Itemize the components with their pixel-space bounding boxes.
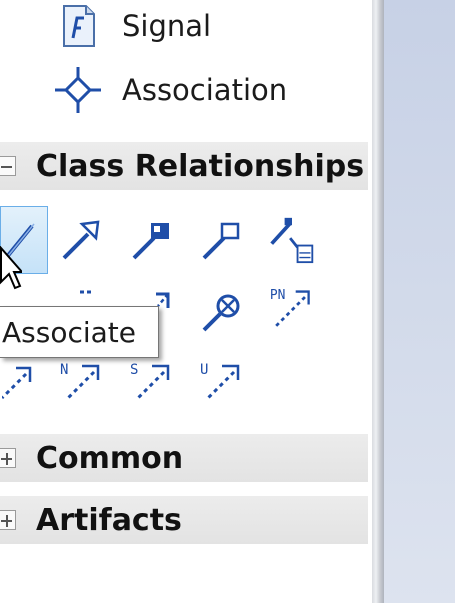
stereotype-mark: N bbox=[60, 362, 68, 378]
signal-icon bbox=[50, 0, 106, 52]
dependency-tool-icon bbox=[202, 294, 240, 332]
realize-tool-icon bbox=[132, 223, 169, 260]
section-header-class-relationships[interactable]: Class Relationships bbox=[0, 142, 368, 190]
stereotype-mark: S bbox=[130, 362, 138, 378]
section-title: Common bbox=[36, 440, 184, 476]
compose-tool-icon bbox=[270, 217, 314, 264]
tool-generalize[interactable] bbox=[58, 206, 106, 274]
collapse-icon[interactable] bbox=[0, 156, 16, 176]
tool-realize[interactable] bbox=[128, 206, 176, 274]
toolbox-panel: Signal Association Class Relationships P… bbox=[0, 0, 372, 603]
panel-splitter[interactable] bbox=[372, 0, 384, 603]
stereotype-mark: PN bbox=[270, 288, 286, 303]
diagram-canvas[interactable] bbox=[384, 0, 455, 603]
generalize-tool-icon bbox=[62, 220, 100, 260]
association-icon bbox=[50, 64, 106, 116]
section-title: Class Relationships bbox=[36, 148, 365, 184]
use-tool-icon: U bbox=[200, 362, 240, 402]
section-title: Artifacts bbox=[36, 502, 182, 538]
merge-tool-icon: S bbox=[130, 362, 170, 402]
expand-icon[interactable] bbox=[0, 510, 16, 530]
nesting-tool-icon bbox=[2, 366, 32, 400]
tool-compose[interactable] bbox=[268, 206, 316, 274]
stereotype-mark: U bbox=[200, 362, 208, 378]
import-tool-icon: N bbox=[60, 362, 100, 402]
mouse-cursor-icon bbox=[0, 245, 25, 300]
toolbox-item-signal[interactable]: Signal bbox=[50, 0, 211, 52]
tool-use[interactable]: U bbox=[198, 346, 246, 414]
toolbox-item-label: Signal bbox=[122, 9, 212, 43]
aggregate-tool-icon bbox=[202, 222, 240, 260]
tool-dependency[interactable] bbox=[198, 276, 246, 344]
tooltip-text: Associate bbox=[2, 315, 136, 349]
toolbox-item-association[interactable]: Association bbox=[50, 64, 287, 116]
usage-tool-icon: PN bbox=[270, 288, 310, 328]
tooltip: Associate bbox=[0, 306, 159, 358]
tool-usage[interactable]: PN bbox=[268, 276, 316, 344]
section-header-common[interactable]: Common bbox=[0, 434, 368, 482]
expand-icon[interactable] bbox=[0, 448, 16, 468]
section-header-artifacts[interactable]: Artifacts bbox=[0, 496, 368, 544]
toolbox-item-label: Association bbox=[122, 73, 288, 107]
tool-aggregate[interactable] bbox=[198, 206, 246, 274]
